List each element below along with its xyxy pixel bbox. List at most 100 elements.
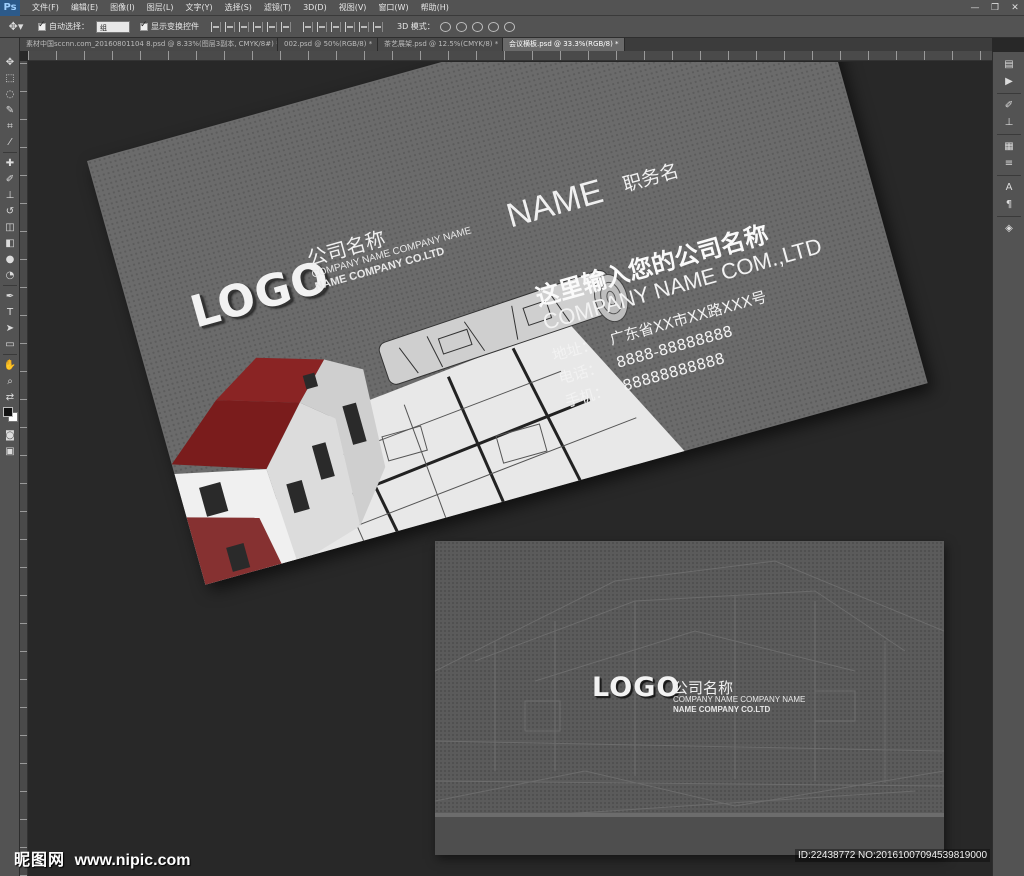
paragraph-panel-icon[interactable]: ¶ bbox=[993, 196, 1024, 213]
align-top-icon[interactable] bbox=[211, 21, 221, 32]
menu-view[interactable]: 视图(V) bbox=[333, 2, 373, 13]
path-selection-tool-icon[interactable]: ➤ bbox=[0, 320, 20, 336]
menu-select[interactable]: 选择(S) bbox=[219, 2, 258, 13]
paint-bucket-tool-icon[interactable]: ◧ bbox=[0, 235, 20, 251]
drag-3d-icon[interactable] bbox=[471, 21, 483, 32]
image-id-label: ID:22438772 NO:20161007094539819000 bbox=[795, 849, 991, 862]
menu-image[interactable]: 图像(I) bbox=[104, 2, 141, 13]
color-swatches[interactable] bbox=[0, 405, 20, 427]
blur-tool-icon[interactable]: ● bbox=[0, 251, 20, 267]
move-tool-preset-icon[interactable]: ✥▾ bbox=[4, 19, 28, 35]
eyedropper-tool-icon[interactable]: ⁄ bbox=[0, 134, 20, 150]
document-tabs: 素材中国sccnn.com_20160801104 8.psd @ 8.33%(… bbox=[20, 38, 992, 51]
site-watermark: 昵图网 www.nipic.com bbox=[14, 846, 190, 870]
restore-button[interactable]: ❐ bbox=[988, 2, 1002, 14]
front-business-card: LOGO 公司名称 COMPANY NAME COMPANY NAME NAME… bbox=[87, 62, 928, 585]
align-vcenter-icon[interactable] bbox=[225, 21, 235, 32]
align-left-icon[interactable] bbox=[253, 21, 263, 32]
roll-3d-icon[interactable] bbox=[455, 21, 467, 32]
lasso-tool-icon[interactable]: ◌ bbox=[0, 86, 20, 102]
hand-tool-icon[interactable]: ✋ bbox=[0, 357, 20, 373]
zoom-tool-icon[interactable]: ⌕ bbox=[0, 373, 20, 389]
show-transform-option[interactable]: 显示变换控件 bbox=[140, 20, 199, 32]
crop-tool-icon[interactable]: ⌗ bbox=[0, 118, 20, 134]
auto-select-checkbox[interactable] bbox=[38, 20, 46, 31]
distribute-left-icon[interactable] bbox=[345, 21, 355, 32]
document-tab-1[interactable]: 素材中国sccnn.com_20160801104 8.psd @ 8.33%(… bbox=[20, 38, 278, 51]
auto-select-option[interactable]: 自动选择： 组 bbox=[38, 20, 130, 33]
foreground-color-swatch[interactable] bbox=[3, 407, 13, 417]
menu-file[interactable]: 文件(F) bbox=[26, 2, 65, 13]
distribute-right-icon[interactable] bbox=[373, 21, 383, 32]
marquee-tool-icon[interactable]: ⬚ bbox=[0, 70, 20, 86]
healing-brush-tool-icon[interactable]: ✚ bbox=[0, 155, 20, 171]
menu-bar: Ps 文件(F) 编辑(E) 图像(I) 图层(L) 文字(Y) 选择(S) 滤… bbox=[0, 0, 1024, 16]
job-title: 职务名 bbox=[620, 159, 682, 197]
menu-filter[interactable]: 滤镜(T) bbox=[258, 2, 297, 13]
watermark-brand: 昵图网 bbox=[14, 850, 66, 869]
align-bottom-icon[interactable] bbox=[239, 21, 249, 32]
show-transform-label: 显示变换控件 bbox=[151, 22, 199, 31]
distribute-bottom-icon[interactable] bbox=[331, 21, 341, 32]
window-controls: — ❐ ✕ bbox=[968, 0, 1022, 16]
layer-comps-icon[interactable]: ▦ bbox=[993, 138, 1024, 155]
align-buttons bbox=[211, 21, 291, 32]
vertical-ruler bbox=[20, 61, 28, 876]
slide-3d-icon[interactable] bbox=[487, 21, 499, 32]
menu-type[interactable]: 文字(Y) bbox=[179, 2, 218, 13]
eraser-tool-icon[interactable]: ◫ bbox=[0, 219, 20, 235]
clone-stamp-tool-icon[interactable]: ⊥ bbox=[0, 187, 20, 203]
photoshop-logo: Ps bbox=[0, 0, 20, 16]
document-tab-3[interactable]: 茶艺展架.psd @ 12.5%(CMYK/8) * bbox=[378, 38, 503, 51]
distribute-top-icon[interactable] bbox=[303, 21, 313, 32]
move-tool-icon[interactable]: ✥ bbox=[0, 54, 20, 70]
close-button[interactable]: ✕ bbox=[1008, 2, 1022, 14]
horizontal-ruler bbox=[28, 51, 992, 61]
type-tool-icon[interactable]: T bbox=[0, 304, 20, 320]
character-panel-icon[interactable]: A bbox=[993, 179, 1024, 196]
watermark-url: www.nipic.com bbox=[74, 852, 191, 869]
scale-3d-icon[interactable] bbox=[503, 21, 515, 32]
menu-3d[interactable]: 3D(D) bbox=[297, 3, 333, 12]
distribute-hcenter-icon[interactable] bbox=[359, 21, 369, 32]
screen-mode-icon[interactable]: ▣ bbox=[0, 443, 20, 459]
mode-3d-label: 3D 模式： bbox=[397, 22, 435, 31]
history-panel-icon[interactable]: ▤ bbox=[993, 56, 1024, 73]
panel-dock: ▤ ▶ ✐ ⊥ ▦ ≡ A ¶ ◈ bbox=[992, 52, 1024, 876]
document-canvas[interactable]: LOGO 公司名称 COMPANY NAME COMPANY NAME NAME… bbox=[29, 62, 992, 876]
menu-layer[interactable]: 图层(L) bbox=[141, 2, 180, 13]
align-hcenter-icon[interactable] bbox=[267, 21, 277, 32]
clone-source-panel-icon[interactable]: ⊥ bbox=[993, 114, 1024, 131]
adjustments-panel-icon[interactable]: ≡ bbox=[993, 155, 1024, 172]
menu-edit[interactable]: 编辑(E) bbox=[65, 2, 104, 13]
history-brush-tool-icon[interactable]: ↺ bbox=[0, 203, 20, 219]
menu-help[interactable]: 帮助(H) bbox=[415, 2, 455, 13]
show-transform-checkbox[interactable] bbox=[140, 20, 148, 31]
distribute-buttons bbox=[303, 21, 383, 32]
swap-colors-icon[interactable]: ⇄ bbox=[0, 389, 20, 405]
minimize-button[interactable]: — bbox=[968, 2, 982, 14]
shape-tool-icon[interactable]: ▭ bbox=[0, 336, 20, 352]
rotate-3d-icon[interactable] bbox=[439, 21, 451, 32]
back-company-name-en-line1: COMPANY NAME COMPANY NAME bbox=[673, 695, 806, 704]
auto-select-dropdown[interactable]: 组 bbox=[96, 20, 130, 33]
options-bar: ✥▾ 自动选择： 组 显示变换控件 3D 模式： bbox=[0, 16, 1024, 38]
brush-tool-icon[interactable]: ✐ bbox=[0, 171, 20, 187]
quick-select-tool-icon[interactable]: ✎ bbox=[0, 102, 20, 118]
auto-select-label: 自动选择： bbox=[49, 22, 89, 31]
menu-window[interactable]: 窗口(W) bbox=[372, 2, 414, 13]
tools-panel: ✥ ⬚ ◌ ✎ ⌗ ⁄ ✚ ✐ ⊥ ↺ ◫ ◧ ● ◔ ✒ T ➤ ▭ ✋ ⌕ … bbox=[0, 38, 20, 876]
align-right-icon[interactable] bbox=[281, 21, 291, 32]
3d-panel-icon[interactable]: ◈ bbox=[993, 220, 1024, 237]
quick-mask-icon[interactable]: ◙ bbox=[0, 427, 20, 443]
back-business-card: LOGO 公司名称 COMPANY NAME COMPANY NAME NAME… bbox=[435, 541, 944, 855]
distribute-vcenter-icon[interactable] bbox=[317, 21, 327, 32]
brush-panel-icon[interactable]: ✐ bbox=[993, 97, 1024, 114]
document-tab-2[interactable]: 002.psd @ 50%(RGB/8) * bbox=[278, 38, 378, 51]
back-logo: LOGO bbox=[592, 672, 681, 703]
pen-tool-icon[interactable]: ✒ bbox=[0, 288, 20, 304]
actions-panel-icon[interactable]: ▶ bbox=[993, 73, 1024, 90]
document-tab-4[interactable]: 会议横板.psd @ 33.3%(RGB/8) * bbox=[503, 38, 625, 51]
back-company-name-en-line2: NAME COMPANY CO.LTD bbox=[673, 705, 771, 714]
dodge-tool-icon[interactable]: ◔ bbox=[0, 267, 20, 283]
